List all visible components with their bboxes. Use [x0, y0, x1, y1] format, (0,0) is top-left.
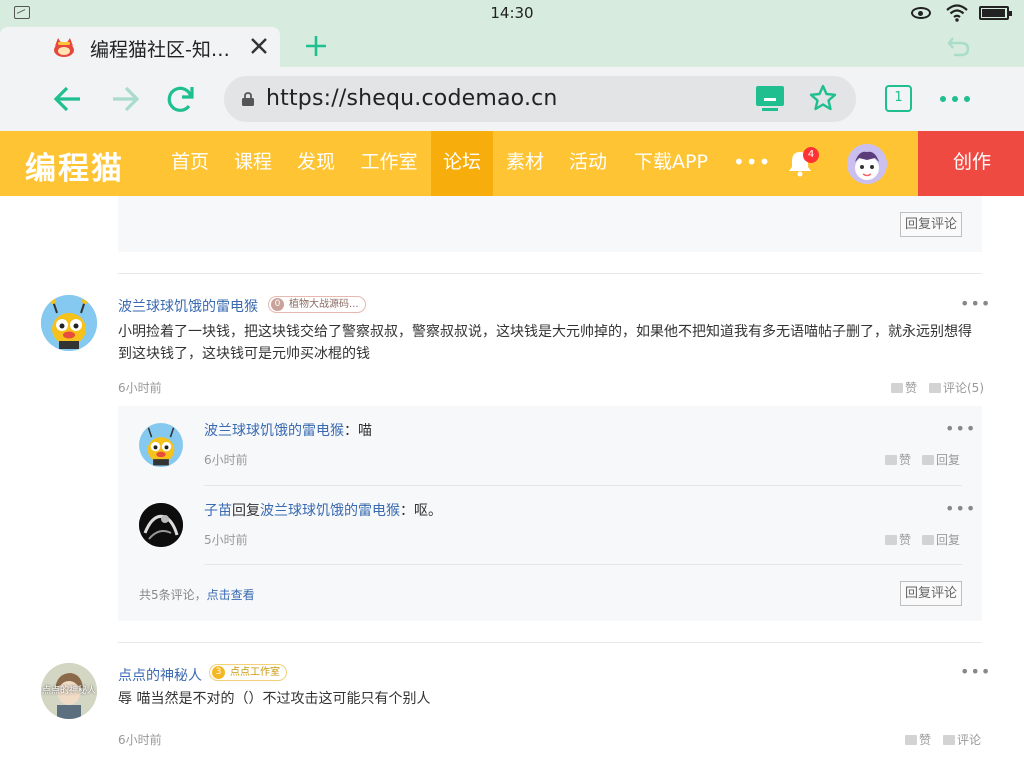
back-arrow-icon[interactable] [52, 83, 84, 115]
lock-icon [242, 92, 254, 106]
comment-button[interactable]: 评论 [943, 731, 981, 748]
overflow-menu-icon[interactable] [938, 89, 972, 109]
reply-line: 子苗回复波兰球球饥饿的雷电猴：呕。 [204, 503, 442, 519]
reply-target-user[interactable]: 波兰球球饥饿的雷电猴 [260, 503, 400, 519]
url-text[interactable]: https://sheq​u.codemao.cn [266, 86, 558, 111]
reply-divider [204, 564, 962, 565]
post-author[interactable]: 波兰球球饥饿的雷电猴 [118, 296, 258, 316]
view-all-comments-link[interactable]: 点击查看 [207, 588, 255, 602]
studio-badge[interactable]: 3 点点工作室 [209, 664, 287, 681]
forward-arrow-icon[interactable] [109, 83, 141, 115]
browser-tab[interactable]: 编程猫社区-知… [0, 27, 280, 67]
thumbs-up-icon [885, 455, 897, 465]
comment-button[interactable]: 评论(5) [929, 379, 984, 396]
like-button[interactable]: 赞 [891, 379, 917, 396]
monkey-avatar-image [41, 295, 97, 351]
avatar-caption: 点点的神秘人 [41, 686, 96, 696]
post-content: 辱 喵当然是不对的（）不过攻击这可能只有个别人 [118, 691, 431, 707]
post-divider [118, 642, 982, 643]
forum-thread-content: 回复评论 波兰球球饥饿的雷电猴 0 植物大战源码... ••• 小明捡着了一块钱… [0, 196, 1024, 768]
nav-events[interactable]: 活动 [558, 131, 618, 196]
reply-author[interactable]: 波兰球球饥饿的雷电猴 [204, 423, 344, 439]
close-tab-icon[interactable] [248, 35, 270, 57]
reply-like-button[interactable]: 赞 [885, 451, 911, 468]
nav-more-button[interactable]: ••• [733, 150, 771, 174]
nav-discover[interactable]: 发现 [286, 131, 346, 196]
reply-content: 呕。 [414, 503, 442, 519]
post-avatar[interactable]: 点点的神秘人 [41, 663, 97, 719]
tab-switcher-button[interactable]: 1 [885, 85, 912, 112]
badge-level: 0 [271, 298, 284, 311]
bookmark-star-icon[interactable] [809, 84, 837, 112]
previous-reply-panel: 回复评论 [118, 196, 982, 252]
comment-icon [929, 383, 941, 393]
reply-line: 波兰球球饥饿的雷电猴：喵 [204, 423, 372, 439]
reply-author[interactable]: 子苗 [204, 503, 232, 519]
thumbs-up-icon [885, 535, 897, 545]
clock: 14:30 [490, 4, 534, 22]
reply-time: 6小时前 [204, 453, 248, 467]
post-content: 小明捡着了一块钱，把这块钱交给了警察叔叔，警察叔叔说，这块钱是大元帅掉的，如果他… [118, 324, 972, 362]
reply-time: 5小时前 [204, 533, 248, 547]
post-time: 6小时前 [118, 733, 162, 747]
reply-content: 喵 [358, 423, 372, 439]
studio-badge[interactable]: 0 植物大战源码... [268, 296, 366, 313]
nav-download-app[interactable]: 下载APP [626, 131, 716, 196]
nav-studio[interactable]: 工作室 [352, 131, 426, 196]
system-status-bar: 14:30 [0, 0, 1024, 27]
address-bar[interactable]: https://sheq​u.codemao.cn [224, 76, 856, 122]
tab-title: 编程猫社区-知… [90, 39, 230, 61]
wifi-icon [946, 4, 968, 22]
thumbs-up-icon [891, 383, 903, 393]
create-button[interactable]: 创作 [918, 131, 1024, 196]
tv-cast-icon[interactable] [756, 86, 784, 112]
total-comments: 共5条评论，点击查看 [139, 588, 255, 602]
nav-materials[interactable]: 素材 [495, 131, 555, 196]
notification-badge: 4 [803, 147, 819, 163]
reply-avatar[interactable] [139, 503, 183, 547]
reply-more-options[interactable]: ••• [945, 499, 976, 518]
nav-forum[interactable]: 论坛 [431, 131, 493, 196]
eye-comfort-icon [911, 7, 931, 19]
reply-like-button[interactable]: 赞 [885, 531, 911, 548]
new-tab-icon[interactable] [303, 33, 329, 59]
post-divider [118, 273, 982, 274]
undo-icon[interactable] [946, 34, 972, 58]
reply-avatar[interactable] [139, 423, 183, 467]
reply-reply-button[interactable]: 回复 [922, 451, 960, 468]
site-logo[interactable]: 编程猫 [25, 143, 124, 188]
dark-avatar-image [139, 503, 183, 547]
like-button[interactable]: 赞 [905, 731, 931, 748]
browser-toolbar: https://sheq​u.codemao.cn 1 [0, 67, 1024, 131]
codemao-favicon-icon [54, 38, 74, 57]
comment-icon [922, 535, 934, 545]
comment-icon [943, 735, 955, 745]
nav-home[interactable]: 首页 [160, 131, 220, 196]
user-avatar[interactable] [847, 144, 887, 184]
comment-icon [922, 455, 934, 465]
reply-comment-button[interactable]: 回复评论 [900, 212, 962, 237]
browser-tab-strip: 编程猫社区-知… [0, 27, 1024, 67]
badge-level: 3 [212, 666, 225, 679]
post-author[interactable]: 点点的神秘人 [118, 665, 202, 685]
reply-reply-button[interactable]: 回复 [922, 531, 960, 548]
reply-comment-button[interactable]: 回复评论 [900, 581, 962, 606]
badge-label: 植物大战源码... [289, 299, 359, 310]
reload-icon[interactable] [165, 83, 197, 115]
post-more-options[interactable]: ••• [960, 294, 991, 313]
monkey-avatar-image [139, 423, 183, 467]
user-avatar-image [847, 144, 887, 184]
post-time: 6小时前 [118, 381, 162, 395]
post-avatar[interactable] [41, 295, 97, 351]
battery-icon [979, 6, 1012, 20]
post-more-options[interactable]: ••• [960, 662, 991, 681]
reply-more-options[interactable]: ••• [945, 419, 976, 438]
thumbs-up-icon [905, 735, 917, 745]
reply-divider [204, 485, 962, 486]
badge-label: 点点工作室 [230, 667, 280, 678]
nav-courses[interactable]: 课程 [223, 131, 283, 196]
